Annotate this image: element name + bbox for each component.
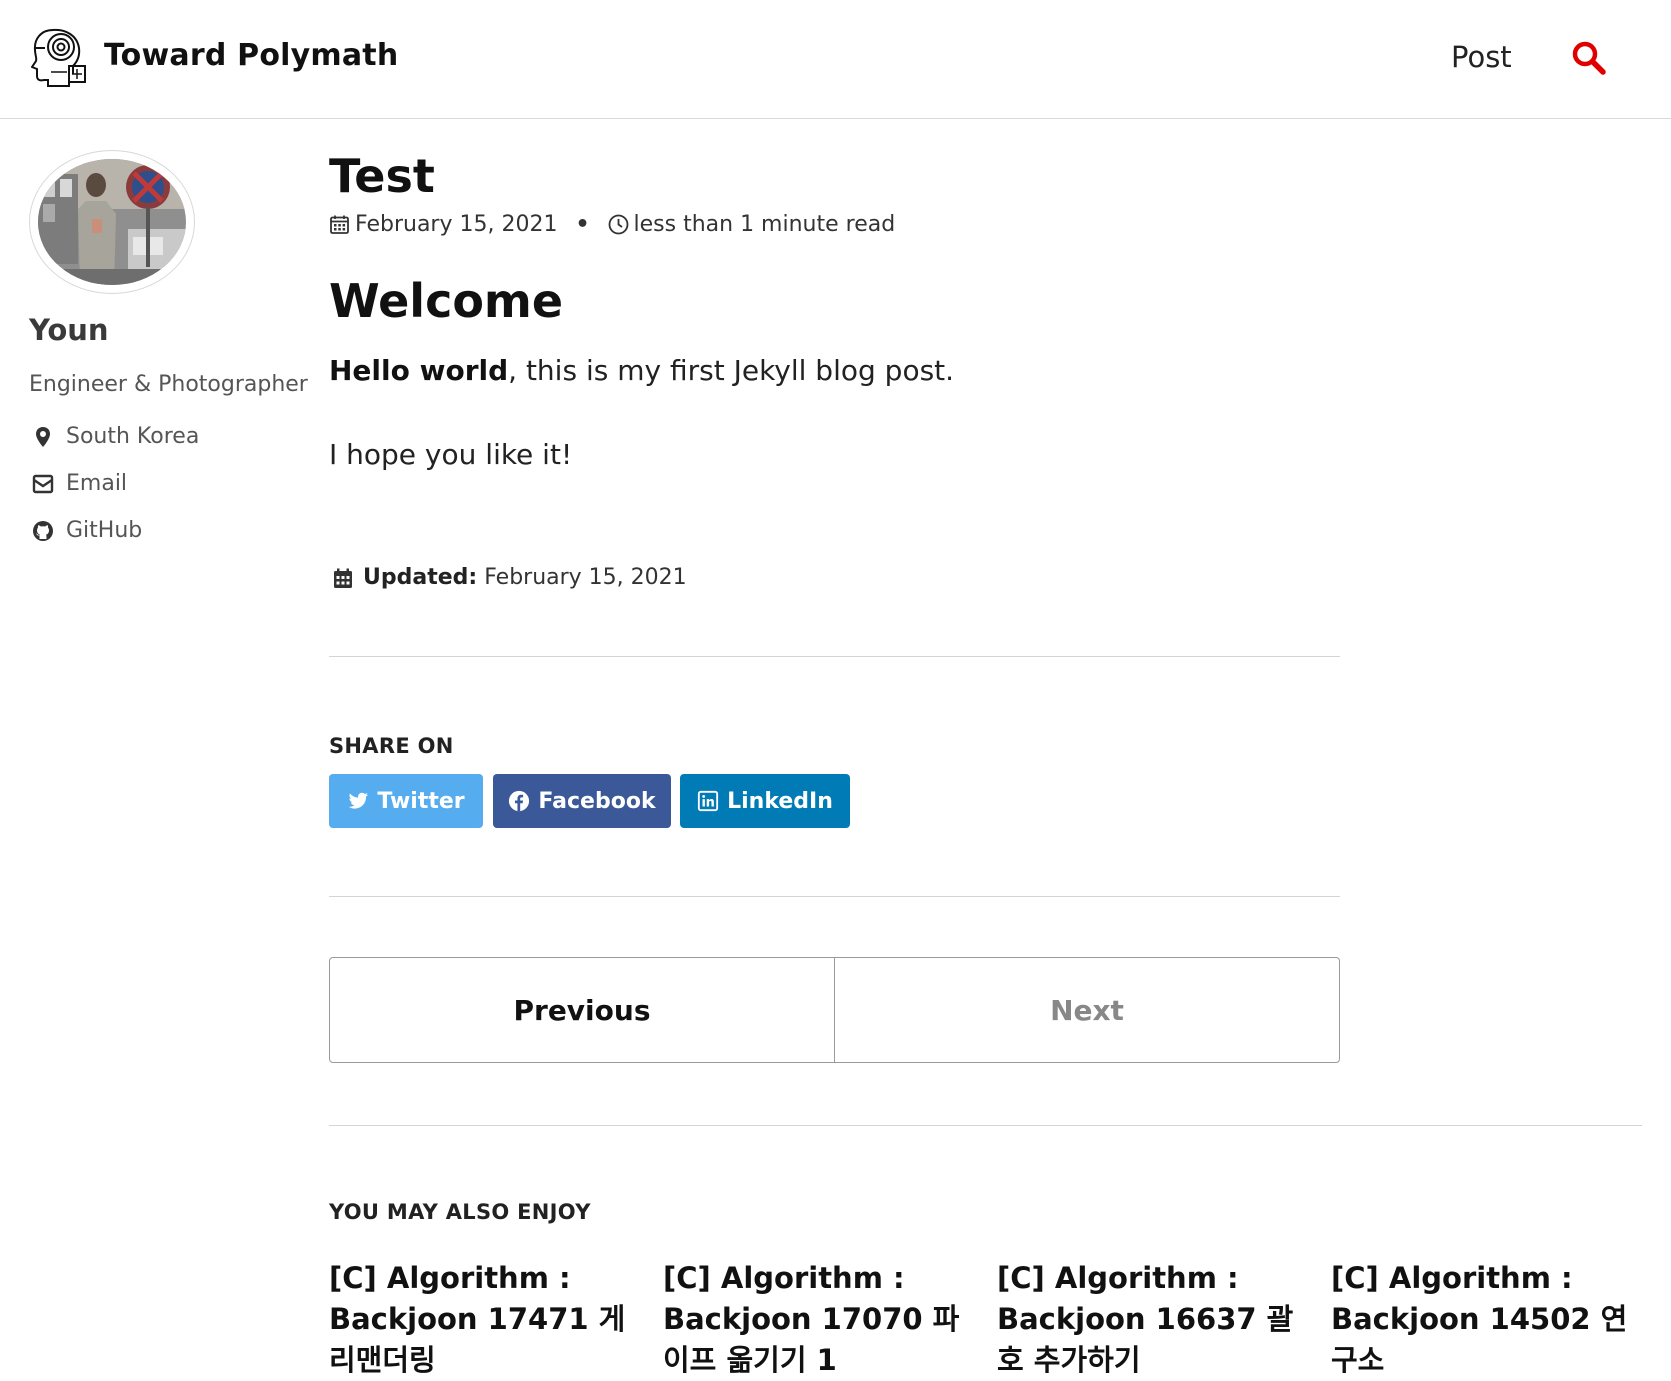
envelope-icon [32,474,54,493]
content-heading: Welcome [329,274,564,328]
related-post-link[interactable]: [C] Algorithm : Backjoon 17070 파이프 옮기기 1 [663,1258,963,1381]
related-post-link[interactable]: [C] Algorithm : Backjoon 14502 연구소 [1331,1258,1631,1381]
site-logo-icon[interactable] [31,26,89,88]
search-icon[interactable] [1571,40,1607,76]
calendar-icon [330,215,349,234]
sidebar-email-link[interactable]: Email [31,471,127,496]
clock-icon [608,214,628,235]
share-facebook-label: Facebook [538,788,656,814]
share-heading: SHARE ON [329,734,454,758]
site-title[interactable]: Toward Polymath [104,38,398,73]
updated-date: February 15, 2021 [484,565,687,590]
share-twitter-button[interactable]: Twitter [329,774,483,828]
author-name: Youn [29,313,109,347]
sidebar-location: South Korea [31,424,199,449]
sidebar-github-link[interactable]: GitHub [31,518,142,543]
sidebar-email-label[interactable]: Email [66,471,127,496]
paragraph-text: , this is my first Jekyll blog post. [508,354,955,387]
related-heading: YOU MAY ALSO ENJOY [329,1200,591,1224]
pager-next-button: Next [834,957,1340,1063]
pager-previous-button[interactable]: Previous [329,957,835,1063]
post-date: February 15, 2021 [355,212,558,237]
nav-link-post[interactable]: Post [1451,40,1512,74]
related-post-link[interactable]: [C] Algorithm : Backjoon 17471 게리맨더링 [329,1258,629,1381]
meta-separator: • [575,212,590,237]
sidebar-github-label[interactable]: GitHub [66,518,142,543]
divider [329,656,1340,657]
twitter-icon [348,792,369,809]
related-post-link[interactable]: [C] Algorithm : Backjoon 16637 괄호 추가하기 [997,1258,1297,1381]
paragraph-bold-text: Hello world [329,354,509,387]
map-marker-icon [36,426,50,447]
share-linkedin-label: LinkedIn [727,788,833,814]
content-paragraph-2: I hope you like it! [329,438,573,471]
updated-line: Updated: February 15, 2021 [332,565,687,590]
masthead: Toward Polymath Post [0,0,1671,119]
read-time: less than 1 minute read [633,212,896,237]
share-linkedin-button[interactable]: LinkedIn [680,774,850,828]
calendar-alt-icon [334,568,352,588]
author-avatar-frame [29,150,195,294]
share-facebook-button[interactable]: Facebook [493,774,671,828]
linkedin-icon [698,790,719,812]
post-title: Test [329,149,435,203]
facebook-icon [509,790,530,812]
sidebar-location-label: South Korea [66,424,200,449]
author-avatar [38,159,186,285]
divider [329,896,1340,897]
divider [329,1125,1642,1126]
author-bio: Engineer & Photographer [29,372,308,397]
share-twitter-label: Twitter [377,788,465,814]
content-paragraph-1: Hello world, this is my first Jekyll blo… [329,354,954,387]
github-icon [33,520,53,541]
updated-label: Updated: [363,565,478,590]
post-meta: February 15, 2021 • less than 1 minute r… [329,212,895,237]
